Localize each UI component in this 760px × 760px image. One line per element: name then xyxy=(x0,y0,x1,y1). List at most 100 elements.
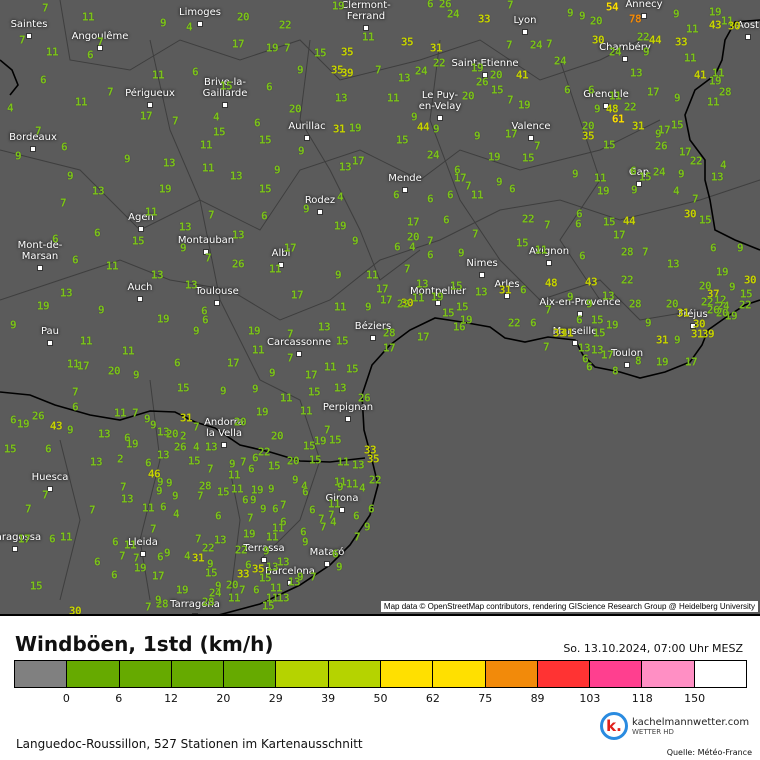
station-gust-value: 6 xyxy=(331,547,339,561)
station-gust-value: 2 xyxy=(116,452,124,466)
station-gust-value: 19 xyxy=(605,318,619,332)
station-gust-value: 4 xyxy=(6,101,14,115)
station-gust-value: 24 xyxy=(716,299,730,313)
station-gust-value: 28 xyxy=(628,297,642,311)
station-gust-value: 13 xyxy=(276,555,290,569)
station-gust-value: 9 xyxy=(97,303,105,317)
station-gust-value: 9 xyxy=(259,502,267,516)
station-gust-value: 6 xyxy=(110,568,118,582)
station-gust-value: 9 xyxy=(192,324,200,338)
station-gust-value: 22 xyxy=(278,18,292,32)
station-gust-value: 7 xyxy=(533,139,541,153)
city-marker xyxy=(479,272,485,278)
scale-tick-label: 20 xyxy=(216,692,231,705)
station-gust-value: 6 xyxy=(426,192,434,206)
station-gust-value: 17 xyxy=(17,532,31,546)
station-gust-value: 13 xyxy=(710,170,724,184)
station-gust-value: 7 xyxy=(544,303,552,317)
station-gust-value: 11 xyxy=(685,22,699,36)
station-gust-value: 11 xyxy=(123,538,137,552)
station-gust-value: 11 xyxy=(279,391,293,405)
station-gust-value: 20 xyxy=(288,102,302,116)
station-gust-value: 22 xyxy=(507,316,521,330)
station-gust-value: 24 xyxy=(553,54,567,68)
station-gust-value: 7 xyxy=(118,549,126,563)
station-gust-value: 22 xyxy=(234,543,248,557)
station-gust-value: 11 xyxy=(386,91,400,105)
station-gust-value: 6 xyxy=(367,502,375,516)
station-gust-value: 9 xyxy=(335,560,343,574)
station-gust-value: 15 xyxy=(670,118,684,132)
city-marker xyxy=(641,13,647,19)
station-gust-value: 61 xyxy=(611,112,625,126)
scale-cell xyxy=(590,661,643,687)
station-gust-value: 15 xyxy=(521,151,535,165)
station-gust-value: 11 xyxy=(59,530,73,544)
station-gust-value: 15 xyxy=(212,125,226,139)
station-gust-value: 11 xyxy=(45,45,59,59)
station-gust-value: 22 xyxy=(368,473,382,487)
station-gust-value: 7 xyxy=(18,33,26,47)
station-gust-value: 13 xyxy=(91,184,105,198)
station-gust-value: 9 xyxy=(334,268,342,282)
station-gust-value: 20 xyxy=(270,429,284,443)
station-gust-value: 35 xyxy=(400,35,414,49)
station-gust-value: 9 xyxy=(728,280,736,294)
wind-gust-map[interactable]: Saintes Angoulême Limoges Clermont- Ferrand L… xyxy=(0,0,760,616)
station-gust-value: 15 xyxy=(590,313,604,327)
station-gust-value: 20 xyxy=(225,578,239,592)
legend-title: Windböen, 1std (km/h) xyxy=(15,632,274,656)
station-gust-value: 17 xyxy=(657,123,671,137)
station-gust-value: 6 xyxy=(93,555,101,569)
station-gust-value: 24 xyxy=(426,148,440,162)
station-gust-value: 9 xyxy=(571,167,579,181)
city-marker xyxy=(214,300,220,306)
station-gust-value: 22 xyxy=(620,273,634,287)
station-gust-value: 11 xyxy=(470,188,484,202)
station-gust-value: 9 xyxy=(159,16,167,30)
station-gust-value: 15 xyxy=(261,599,275,613)
station-gust-value: 11 xyxy=(81,10,95,24)
station-gust-value: 9 xyxy=(296,570,304,584)
station-gust-value: 9 xyxy=(165,476,173,490)
kachelmann-logo[interactable]: k. kachelmannwetter.com WETTER HD xyxy=(600,712,749,740)
city-label: Montauban xyxy=(177,235,235,246)
station-gust-value: 9 xyxy=(66,423,74,437)
city-marker xyxy=(624,362,630,368)
station-gust-value: 7 xyxy=(641,245,649,259)
station-gust-value: 19 xyxy=(16,417,30,431)
station-gust-value: 41 xyxy=(693,68,707,82)
station-gust-value: 7 xyxy=(206,462,214,476)
station-gust-value: 9 xyxy=(249,493,257,507)
station-gust-value: 22 xyxy=(521,212,535,226)
station-gust-value: 6 xyxy=(156,550,164,564)
station-gust-value: 11 xyxy=(336,455,350,469)
station-gust-value: 13 xyxy=(333,381,347,395)
station-gust-value: 7 xyxy=(41,1,49,15)
city-label: Huesca xyxy=(31,472,69,483)
station-gust-value: 22 xyxy=(738,298,752,312)
scale-tick-label: 150 xyxy=(684,692,706,705)
station-gust-value: 6 xyxy=(51,232,59,246)
scale-tick-label: 62 xyxy=(425,692,440,705)
station-gust-value: 7 xyxy=(319,520,327,534)
station-gust-value: 6 xyxy=(563,83,571,97)
station-gust-value: 15 xyxy=(441,306,455,320)
station-gust-value: 9 xyxy=(585,297,593,311)
station-gust-value: 13 xyxy=(474,285,488,299)
station-gust-value: 7 xyxy=(545,37,553,51)
station-gust-value: 9 xyxy=(14,149,22,163)
legend-datetime: So. 13.10.2024, 07:00 Uhr MESZ xyxy=(563,642,743,655)
station-gust-value: 11 xyxy=(333,300,347,314)
station-gust-value: 6 xyxy=(575,313,583,327)
station-gust-value: 9 xyxy=(149,418,157,432)
city-label: Auch xyxy=(127,282,153,293)
station-gust-value: 7 xyxy=(374,63,382,77)
station-gust-value: 13 xyxy=(629,66,643,80)
map-attribution[interactable]: Map data © OpenStreetMap contributors, r… xyxy=(380,601,758,612)
scale-cell xyxy=(171,661,225,687)
station-gust-value: 9 xyxy=(630,183,638,197)
brand-subtitle: WETTER HD xyxy=(632,727,674,736)
scale-cell xyxy=(328,661,381,687)
station-gust-value: 4 xyxy=(192,440,200,454)
